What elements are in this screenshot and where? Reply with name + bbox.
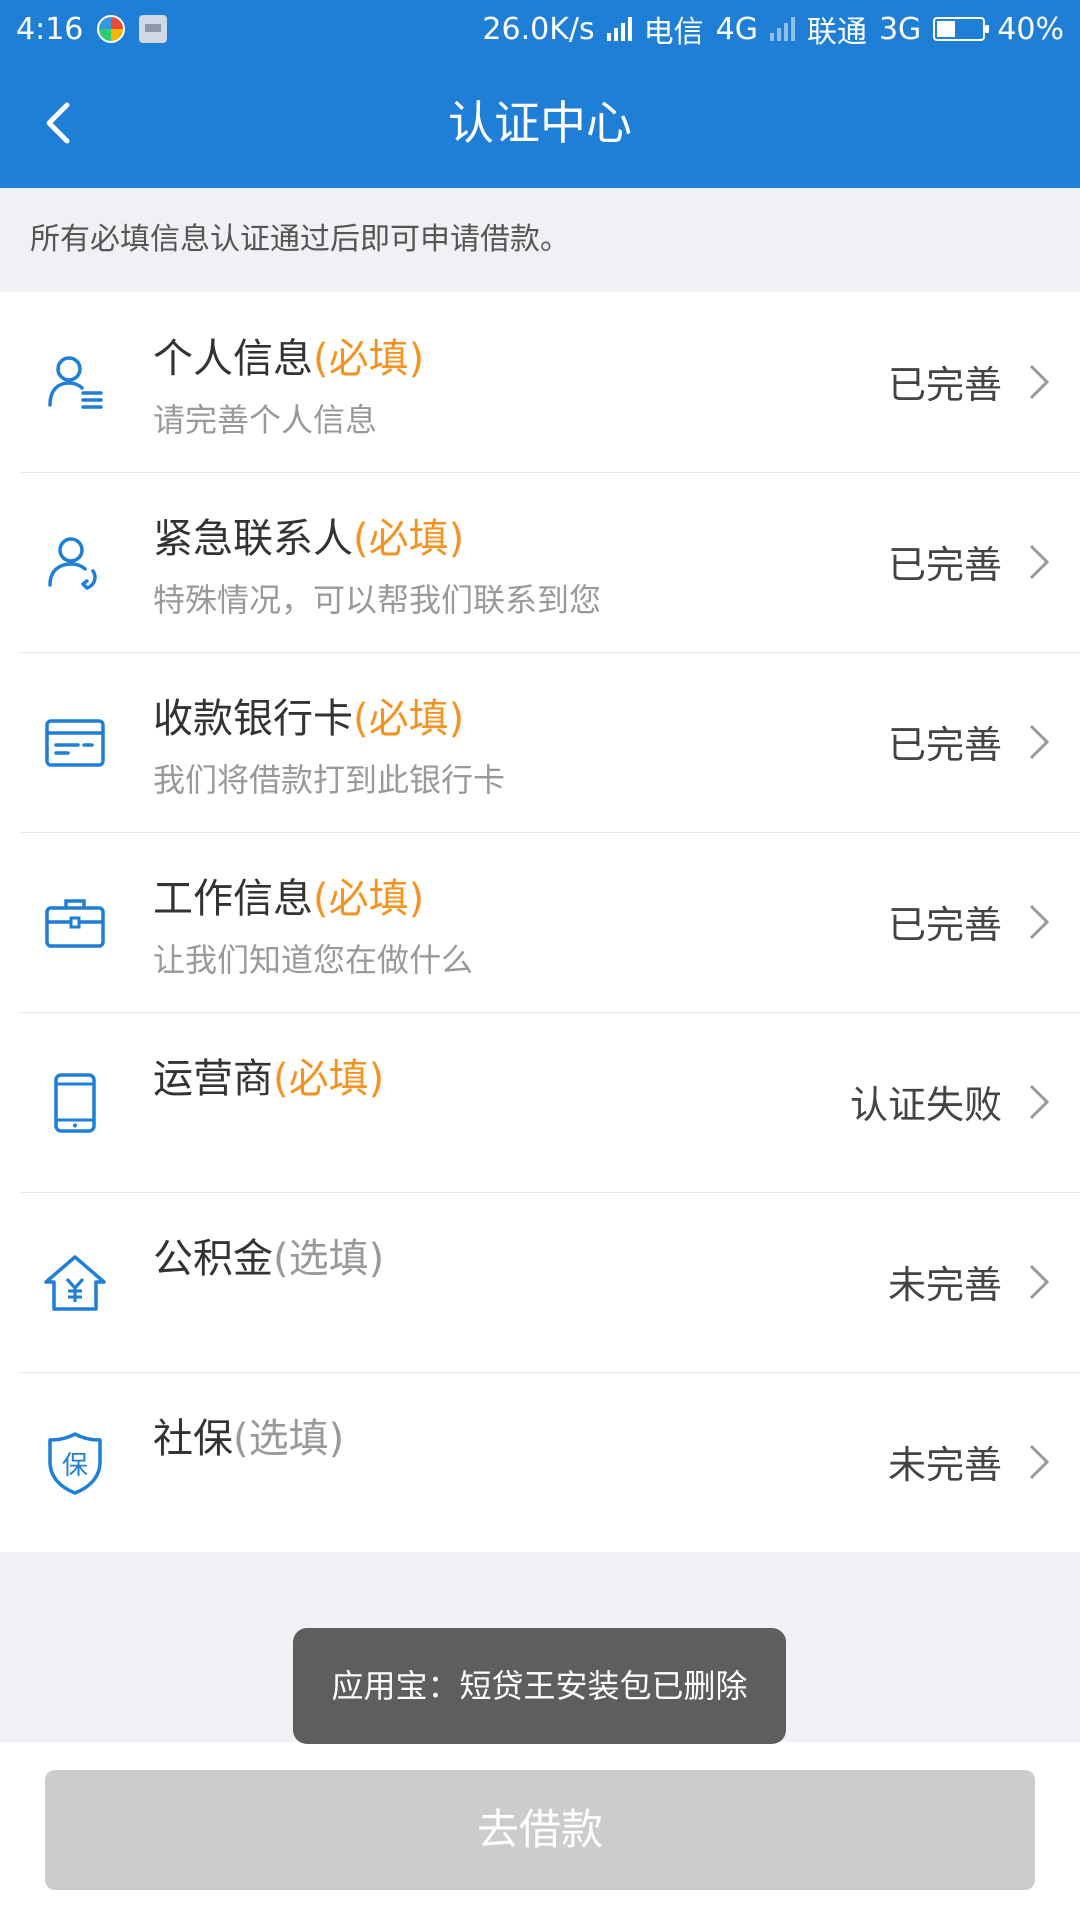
nav-bar: 认证中心: [0, 58, 1080, 188]
item-title: 工作信息(必填): [153, 876, 425, 922]
social-security-shield-icon: 保: [40, 1428, 110, 1498]
chevron-right-icon: [1029, 724, 1050, 760]
item-status: 已完善: [887, 363, 1002, 407]
item-title: 社保(选填): [153, 1416, 345, 1462]
contact-phone-icon: [40, 528, 110, 598]
item-status: 未完善: [887, 1443, 1002, 1487]
network-speed: 26.0K/s: [482, 11, 595, 47]
item-subtitle: 让我们知道您在做什么: [153, 941, 474, 979]
status-time: 4:16: [16, 11, 84, 47]
item-title: 紧急联系人(必填): [153, 516, 465, 562]
mobile-phone-icon: [40, 1068, 110, 1138]
battery-icon: [933, 17, 990, 41]
chevron-right-icon: [1029, 1444, 1050, 1480]
item-title: 个人信息(必填): [153, 336, 425, 382]
verification-list: 个人信息(必填) 请完善个人信息 已完善 紧急联系人(必填) 特殊情况，可以帮我…: [0, 292, 1080, 1552]
chevron-right-icon: [1029, 364, 1050, 400]
notice-text: 所有必填信息认证通过后即可申请借款。: [0, 188, 1080, 292]
chevron-right-icon: [1029, 544, 1050, 580]
bank-card-icon: [40, 708, 110, 778]
app-notification-icon: [97, 15, 126, 43]
message-notification-icon: [139, 15, 168, 43]
item-social-security[interactable]: 保 社保(选填) 未完善: [0, 1372, 1080, 1552]
battery-percent: 40%: [997, 11, 1064, 47]
chevron-right-icon: [1029, 904, 1050, 940]
item-carrier[interactable]: 运营商(必填) 认证失败: [0, 1012, 1080, 1192]
item-title: 收款银行卡(必填): [153, 696, 465, 742]
signal-strength-2-icon: [769, 17, 795, 41]
item-housing-fund[interactable]: 公积金(选填) 未完善: [0, 1192, 1080, 1372]
carrier-1: 电信: [643, 15, 704, 50]
network-type-2: 3G: [878, 11, 922, 47]
chevron-right-icon: [1029, 1264, 1050, 1300]
carrier-2: 联通: [806, 15, 867, 50]
item-title: 运营商(必填): [153, 1056, 385, 1102]
signal-strength-icon: [606, 17, 632, 41]
item-subtitle: 特殊情况，可以帮我们联系到您: [153, 581, 602, 619]
item-status: 已完善: [887, 903, 1002, 947]
item-work-info[interactable]: 工作信息(必填) 让我们知道您在做什么 已完善: [0, 832, 1080, 1012]
item-subtitle: 我们将借款打到此银行卡: [153, 761, 506, 799]
item-bank-card[interactable]: 收款银行卡(必填) 我们将借款打到此银行卡 已完善: [0, 652, 1080, 832]
network-type-1: 4G: [715, 11, 758, 47]
bottom-bar: 去借款: [0, 1742, 1080, 1920]
toast-message: 应用宝：短贷王安装包已删除: [293, 1628, 786, 1744]
page-title: 认证中心: [448, 96, 632, 150]
item-status: 已完善: [887, 723, 1002, 767]
briefcase-icon: [40, 888, 110, 958]
status-bar: 4:16 26.0K/s 电信 4G 联通 3G 40%: [0, 0, 1080, 58]
person-icon: [40, 348, 110, 418]
item-status: 认证失败: [849, 1083, 1002, 1127]
item-personal-info[interactable]: 个人信息(必填) 请完善个人信息 已完善: [0, 292, 1080, 472]
borrow-button[interactable]: 去借款: [45, 1770, 1035, 1890]
svg-text:保: 保: [62, 1451, 88, 1481]
item-status: 未完善: [887, 1263, 1002, 1307]
item-status: 已完善: [887, 543, 1002, 587]
item-emergency-contact[interactable]: 紧急联系人(必填) 特殊情况，可以帮我们联系到您 已完善: [0, 472, 1080, 652]
item-subtitle: 请完善个人信息: [153, 401, 378, 439]
item-title: 公积金(选填): [153, 1236, 385, 1282]
chevron-right-icon: [1029, 1084, 1050, 1120]
housing-fund-icon: [40, 1248, 110, 1318]
